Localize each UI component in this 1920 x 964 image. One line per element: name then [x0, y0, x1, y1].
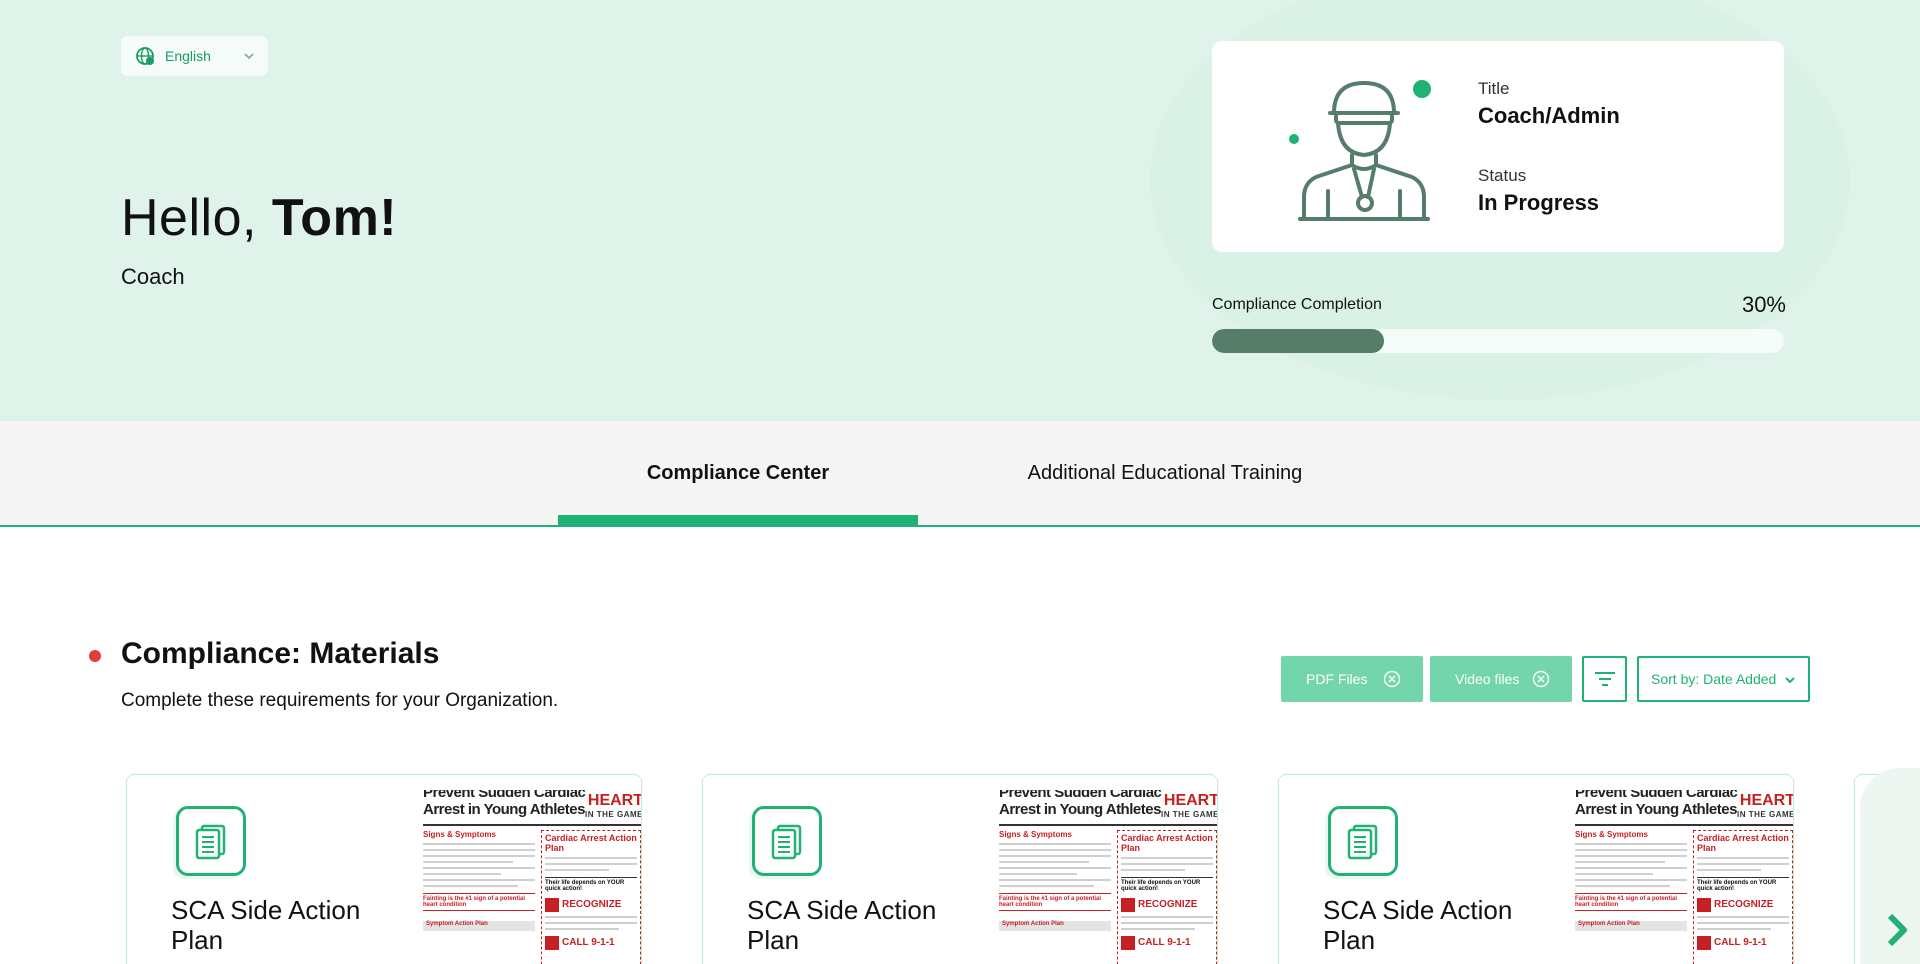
filter-lines-icon [1595, 672, 1615, 686]
language-label: English [165, 48, 211, 64]
tab-additional-educational-training[interactable]: Additional Educational Training [975, 421, 1355, 525]
tab-bar: Compliance Center Additional Educational… [0, 421, 1920, 527]
section-subtitle: Complete these requirements for your Org… [121, 690, 559, 711]
close-circle-icon[interactable] [1383, 670, 1401, 688]
sort-dropdown[interactable]: Sort by: Date Added [1637, 656, 1810, 702]
document-preview-thumbnail: Prevent Sudden Cardiac Arrest in Young At… [423, 790, 642, 964]
filter-chip-label: PDF Files [1306, 671, 1368, 687]
user-role: Coach [121, 264, 185, 289]
card-title: SCA Side Action Plan [747, 895, 937, 955]
status-dot [89, 650, 101, 662]
language-selector[interactable]: English [121, 36, 268, 76]
chevron-down-icon [1785, 677, 1795, 684]
material-card[interactable]: SCA Side Action Plan Prevent Sudden Card… [702, 774, 1218, 964]
doc-heading: Prevent Sudden Cardiac Arrest in Young At… [999, 790, 1162, 818]
doc-brand-logo: HEART IN THE GAME [585, 792, 642, 820]
filter-chip-video-files[interactable]: Video files [1430, 656, 1572, 702]
doc-brand-logo: HEART IN THE GAME [1161, 792, 1218, 820]
close-circle-icon[interactable] [1532, 670, 1550, 688]
greeting: Hello, Tom! [121, 188, 397, 248]
profile-card: Title Coach/Admin Status In Progress [1212, 41, 1784, 252]
chevron-right-icon [1887, 913, 1907, 947]
greeting-prefix: Hello, [121, 189, 272, 247]
compliance-percent: 30% [1741, 292, 1786, 317]
status-value: In Progress [1478, 190, 1600, 215]
document-preview-thumbnail: Prevent Sudden Cardiac Arrest in Young At… [999, 790, 1218, 964]
section-title: Compliance: Materials [121, 637, 440, 670]
card-title: SCA Side Action Plan [171, 895, 361, 955]
material-card[interactable]: SCA Side Action Plan Prevent Sudden Card… [126, 774, 642, 964]
doc-heading: Prevent Sudden Cardiac Arrest in Young At… [423, 790, 586, 818]
filter-button[interactable] [1582, 656, 1627, 702]
compliance-label: Compliance Completion [1212, 296, 1382, 313]
coach-with-whistle-illustration [1289, 80, 1431, 221]
title-value: Coach/Admin [1478, 103, 1620, 128]
document-icon [1328, 806, 1398, 876]
doc-heading: Prevent Sudden Cardiac Arrest in Young At… [1575, 790, 1738, 818]
compliance-progress-fill [1212, 329, 1384, 353]
tab-compliance-center[interactable]: Compliance Center [558, 421, 918, 525]
globe-chat-icon [136, 47, 154, 65]
hero-section: English Hello, Tom! Coach Title Coach/Ad… [0, 0, 1920, 421]
compliance-progress-bar [1212, 329, 1784, 353]
doc-brand-logo: HEART IN THE GAME [1737, 792, 1794, 820]
active-tab-indicator [558, 515, 918, 525]
filter-chip-pdf-files[interactable]: PDF Files [1281, 656, 1423, 702]
document-icon [176, 806, 246, 876]
material-card[interactable]: SCA Side Action Plan Prevent Sudden Card… [1278, 774, 1794, 964]
card-title: SCA Side Action Plan [1323, 895, 1513, 955]
title-label: Title [1478, 79, 1510, 98]
sort-label: Sort by: Date Added [1651, 671, 1777, 687]
document-preview-thumbnail: Prevent Sudden Cardiac Arrest in Young At… [1575, 790, 1794, 964]
carousel-next-button[interactable] [1860, 768, 1920, 964]
chevron-down-icon [244, 53, 254, 60]
status-label: Status [1478, 166, 1527, 185]
user-name: Tom! [271, 189, 398, 247]
document-icon [752, 806, 822, 876]
filter-chip-label: Video files [1455, 671, 1520, 687]
